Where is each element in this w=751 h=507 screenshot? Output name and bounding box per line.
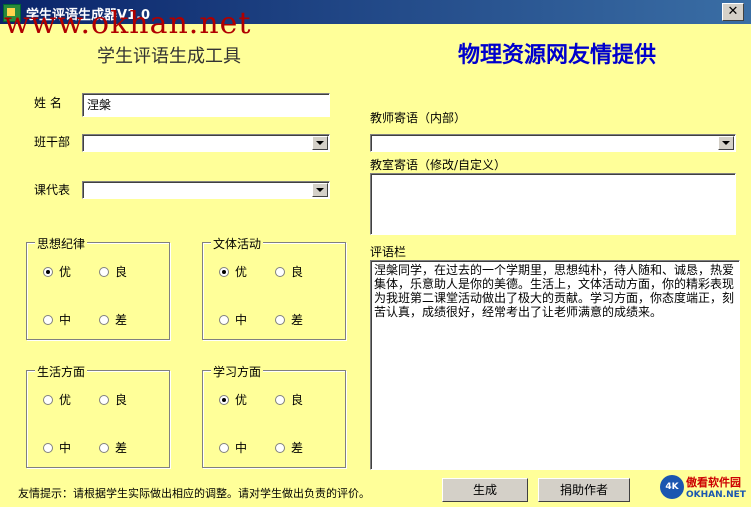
radio-icon: [99, 442, 109, 453]
site-logo: 4K 傲看软件园 OKHAN.NET: [660, 473, 750, 505]
radio-selected-icon: [43, 266, 53, 277]
logo-text: 傲看软件园: [686, 476, 741, 489]
radio-label: 差: [291, 313, 304, 327]
comment-label: 评语栏: [370, 245, 407, 259]
generate-button[interactable]: 生成: [442, 478, 528, 502]
radio-icon: [219, 442, 229, 453]
chevron-down-icon[interactable]: [312, 136, 328, 150]
group-sports-legend: 文体活动: [211, 235, 264, 252]
logo-url: OKHAN.NET: [686, 490, 746, 500]
radio-label: 优: [235, 265, 248, 279]
class-cadre-select[interactable]: [82, 134, 330, 152]
radio-icon: [43, 442, 53, 453]
radio-life-good[interactable]: 良: [99, 391, 127, 408]
radio-label: 中: [235, 313, 248, 327]
radio-label: 优: [235, 393, 248, 407]
name-input[interactable]: 涅槃: [82, 93, 330, 117]
watermark-text: www.okhan.net: [4, 6, 252, 41]
radio-label: 良: [115, 265, 128, 279]
radio-icon: [99, 266, 109, 277]
radio-icon: [219, 314, 229, 325]
radio-life-average[interactable]: 中: [43, 439, 71, 456]
group-ideology: 思想纪律 优 良 中 差: [26, 235, 170, 340]
radio-icon: [43, 394, 53, 405]
course-rep-select[interactable]: [82, 181, 330, 199]
radio-label: 中: [59, 313, 72, 327]
classroom-msg-textarea[interactable]: [370, 173, 736, 235]
radio-label: 良: [291, 265, 304, 279]
radio-label: 优: [59, 265, 72, 279]
chevron-down-icon[interactable]: [312, 183, 328, 197]
radio-icon: [275, 314, 285, 325]
radio-label: 良: [291, 393, 304, 407]
group-life-legend: 生活方面: [35, 363, 88, 380]
radio-sports-excellent[interactable]: 优: [219, 263, 247, 280]
radio-label: 差: [115, 441, 128, 455]
radio-ideology-excellent[interactable]: 优: [43, 263, 71, 280]
group-sports: 文体活动 优 良 中 差: [202, 235, 346, 340]
radio-study-good[interactable]: 良: [275, 391, 303, 408]
radio-life-poor[interactable]: 差: [99, 439, 127, 456]
radio-study-poor[interactable]: 差: [275, 439, 303, 456]
radio-icon: [99, 314, 109, 325]
radio-icon: [99, 394, 109, 405]
banner: 物理资源网友情提供: [458, 43, 657, 68]
radio-ideology-good[interactable]: 良: [99, 263, 127, 280]
radio-sports-average[interactable]: 中: [219, 311, 247, 328]
logo-badge-icon: 4K: [660, 475, 684, 499]
radio-ideology-average[interactable]: 中: [43, 311, 71, 328]
radio-icon: [275, 442, 285, 453]
group-ideology-legend: 思想纪律: [35, 235, 88, 252]
chevron-down-icon[interactable]: [718, 136, 734, 150]
radio-label: 中: [59, 441, 72, 455]
donate-button[interactable]: 捐助作者: [538, 478, 630, 502]
tip-text: 友情提示：请根据学生实际做出相应的调整。请对学生做出负责的评价。: [18, 487, 370, 500]
radio-sports-poor[interactable]: 差: [275, 311, 303, 328]
teacher-msg-select[interactable]: [370, 134, 736, 152]
radio-label: 良: [115, 393, 128, 407]
radio-label: 中: [235, 441, 248, 455]
class-cadre-label: 班干部: [34, 135, 71, 149]
name-label: 姓 名: [34, 96, 62, 110]
classroom-msg-label: 教室寄语（修改/自定义）: [370, 158, 507, 172]
radio-label: 差: [115, 313, 128, 327]
radio-icon: [275, 394, 285, 405]
radio-life-excellent[interactable]: 优: [43, 391, 71, 408]
radio-label: 优: [59, 393, 72, 407]
radio-icon: [43, 314, 53, 325]
radio-selected-icon: [219, 394, 229, 405]
radio-study-average[interactable]: 中: [219, 439, 247, 456]
teacher-msg-label: 教师寄语（内部）: [370, 111, 467, 125]
group-study: 学习方面 优 良 中 差: [202, 363, 346, 468]
course-rep-label: 课代表: [34, 183, 71, 197]
radio-label: 差: [291, 441, 304, 455]
close-button[interactable]: ✕: [722, 3, 744, 21]
radio-ideology-poor[interactable]: 差: [99, 311, 127, 328]
group-life: 生活方面 优 良 中 差: [26, 363, 170, 468]
radio-study-excellent[interactable]: 优: [219, 391, 247, 408]
app-title: 学生评语生成工具: [97, 46, 241, 67]
radio-sports-good[interactable]: 良: [275, 263, 303, 280]
group-study-legend: 学习方面: [211, 363, 264, 380]
comment-textarea[interactable]: 涅槃同学，在过去的一个学期里，思想纯朴，待人随和、诚恳，热爱集体，乐意助人是你的…: [370, 260, 740, 470]
radio-icon: [275, 266, 285, 277]
radio-selected-icon: [219, 266, 229, 277]
